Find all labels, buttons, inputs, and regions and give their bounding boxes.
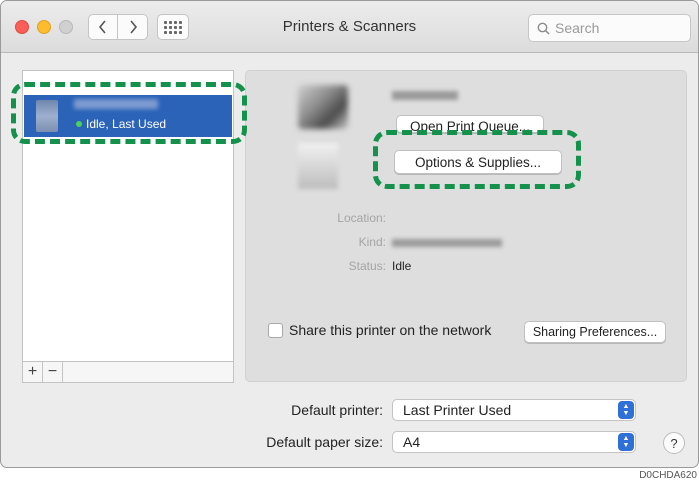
printer-details-panel: Open Print Queue... Options & Supplies..… <box>245 70 687 382</box>
default-paper-label: Default paper size: <box>266 434 383 450</box>
printer-icon <box>36 100 58 132</box>
status-dot-icon <box>76 121 82 127</box>
document-image <box>298 143 338 189</box>
remove-printer-button[interactable]: − <box>43 362 63 382</box>
title-bar: Printers & Scanners Search <box>1 1 698 53</box>
share-label: Share this printer on the network <box>289 322 492 338</box>
search-placeholder: Search <box>555 20 600 36</box>
default-printer-label: Default printer: <box>291 402 383 418</box>
list-footer: + − <box>22 361 234 383</box>
kind-label: Kind: <box>358 235 386 249</box>
printer-name-redacted <box>74 99 158 109</box>
help-button[interactable]: ? <box>663 432 685 454</box>
printers-scanners-window: Printers & Scanners Search Idle, Last Us… <box>0 0 699 468</box>
status-label: Status: <box>348 259 386 273</box>
default-paper-select[interactable]: A4 ▲ ▼ <box>392 431 636 453</box>
options-supplies-button[interactable]: Options & Supplies... <box>394 150 562 174</box>
add-printer-button[interactable]: + <box>23 362 43 382</box>
printer-image <box>298 85 348 129</box>
default-printer-value: Last Printer Used <box>403 402 512 418</box>
open-print-queue-button[interactable]: Open Print Queue... <box>396 115 544 133</box>
share-printer-option: Share this printer on the network <box>268 322 491 338</box>
figure-code: D0CHDA620 <box>639 470 697 481</box>
select-arrows-icon: ▲ ▼ <box>618 401 634 419</box>
printer-list-item[interactable]: Idle, Last Used <box>24 95 232 137</box>
kind-value-redacted <box>392 239 502 247</box>
status-value: Idle <box>392 259 412 273</box>
printer-status-text: Idle, Last Used <box>86 117 167 131</box>
sharing-preferences-button[interactable]: Sharing Preferences... <box>524 321 666 343</box>
share-checkbox[interactable] <box>268 322 283 338</box>
default-printer-select[interactable]: Last Printer Used ▲ ▼ <box>392 399 636 421</box>
printer-title-redacted <box>392 91 458 100</box>
printer-list: Idle, Last Used <box>22 70 234 362</box>
search-field[interactable]: Search <box>528 14 691 42</box>
select-arrows-icon: ▲ ▼ <box>618 433 634 451</box>
location-label: Location: <box>337 211 386 225</box>
default-paper-value: A4 <box>403 434 421 450</box>
search-icon <box>537 22 550 35</box>
